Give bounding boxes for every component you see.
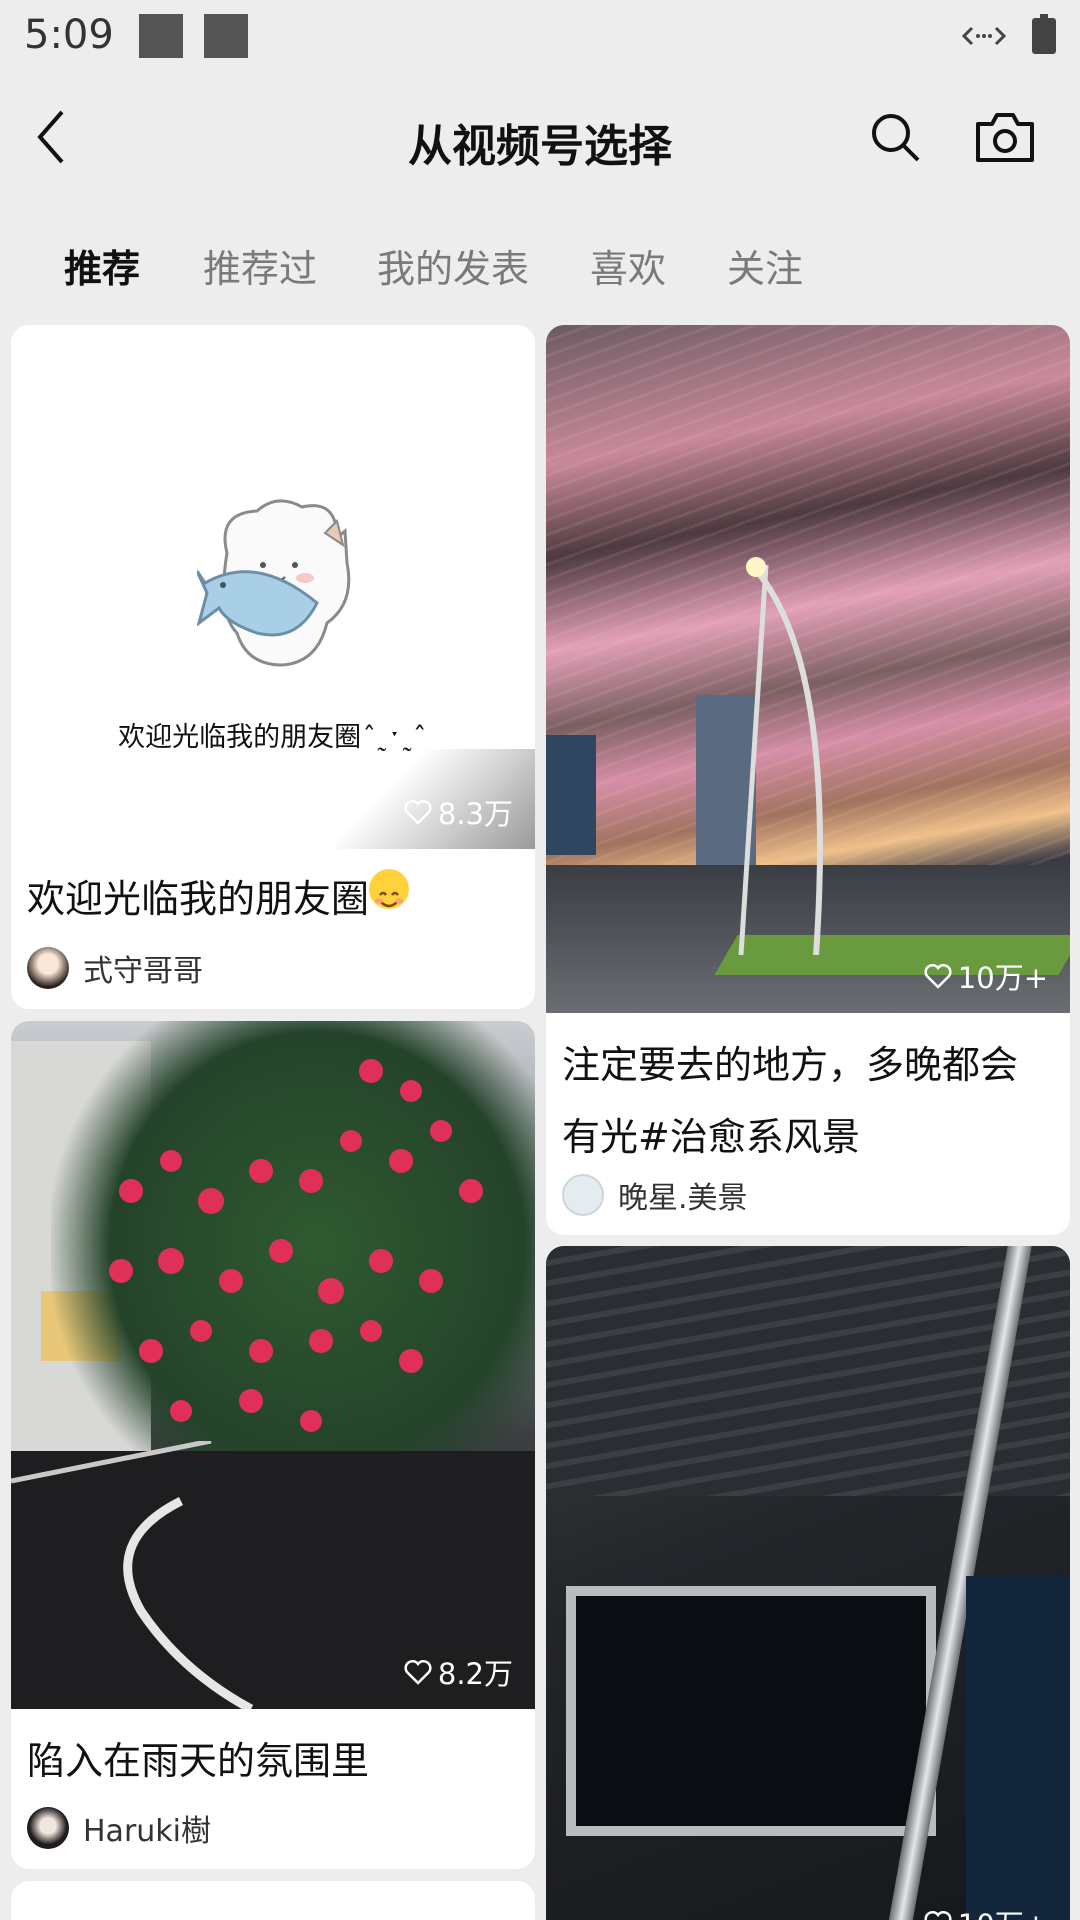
train-window-image — [566, 1586, 936, 1836]
status-bar: 5:09 — [0, 0, 1080, 76]
author[interactable]: 晚星.美景 — [562, 1173, 748, 1217]
status-time: 5:09 — [24, 12, 114, 58]
author-name: 式守哥哥 — [83, 954, 203, 989]
roses-image — [109, 1059, 483, 1432]
notification-icon — [139, 14, 183, 58]
tab-recommended[interactable]: 推荐过 — [203, 238, 317, 293]
video-thumbnail: 10万+ — [546, 325, 1070, 1013]
camera-icon[interactable] — [974, 110, 1036, 164]
card-title: 陷入在雨天的氛围里 — [27, 1739, 370, 1783]
data-transfer-icon — [962, 26, 1006, 46]
avatar — [27, 947, 69, 989]
like-count: 8.3万 — [404, 791, 513, 833]
like-count-text: 8.2万 — [437, 1657, 513, 1691]
video-card[interactable] — [11, 1881, 535, 1920]
author[interactable]: 式守哥哥 — [27, 946, 203, 990]
heart-icon — [404, 799, 432, 825]
notification-icon — [204, 14, 248, 58]
seat-image — [966, 1576, 1070, 1920]
video-thumbnail: 10万+ — [546, 1246, 1070, 1920]
video-card[interactable]: 10万+ 注定要去的地方，多晚都会有光#治愈系风景 晚星.美景 — [546, 325, 1070, 1235]
video-card[interactable]: 8.2万 陷入在雨天的氛围里 Haruki樹 — [11, 1021, 535, 1869]
heart-icon — [924, 1910, 952, 1920]
video-card[interactable]: 欢迎光临我的朋友圈ˆ˷ˑ˷ˆ 8.3万 欢迎光临我的朋友圈 式守哥哥 — [11, 325, 535, 1009]
heart-icon — [404, 1659, 432, 1685]
search-icon[interactable] — [868, 110, 922, 164]
author-name: Haruki樹 — [83, 1814, 211, 1849]
author-name: 晚星.美景 — [618, 1181, 748, 1216]
tab-bar: 推荐 推荐过 我的发表 喜欢 关注 — [0, 228, 1080, 298]
building-image — [546, 735, 596, 855]
screen: 5:09 从视频号选择 推荐 推荐过 我的发表 喜欢 关注 欢迎光临我的朋友圈ˆ… — [0, 0, 1080, 1920]
cat-sticker-image — [197, 499, 351, 667]
video-thumbnail: 欢迎光临我的朋友圈ˆ˷ˑ˷ˆ 8.3万 — [11, 325, 535, 849]
like-count-text: 10万+ — [957, 961, 1048, 995]
tab-likes[interactable]: 喜欢 — [590, 238, 666, 293]
like-count: 10万+ — [924, 1902, 1048, 1920]
smile-emoji-icon — [369, 869, 410, 909]
street-lamp-image — [738, 557, 823, 955]
tab-recommend[interactable]: 推荐 — [64, 238, 140, 293]
avatar — [562, 1174, 604, 1216]
card-title: 欢迎光临我的朋友圈 — [27, 863, 519, 935]
author[interactable]: Haruki樹 — [27, 1806, 211, 1850]
avatar — [27, 1807, 69, 1849]
tab-my-posts[interactable]: 我的发表 — [377, 238, 529, 293]
heart-icon — [924, 963, 952, 989]
like-count-text: 8.3万 — [437, 797, 513, 831]
card-title: 注定要去的地方，多晚都会有光#治愈系风景 — [562, 1043, 1019, 1159]
like-count: 8.2万 — [404, 1651, 513, 1693]
like-count-text: 10万+ — [958, 1902, 1048, 1920]
tab-following[interactable]: 关注 — [727, 238, 803, 293]
like-count: 10万+ — [924, 955, 1048, 997]
video-card[interactable]: 10万+ — [546, 1246, 1070, 1920]
nav-bar: 从视频号选择 — [0, 76, 1080, 200]
battery-icon — [1032, 14, 1056, 54]
video-thumbnail: 8.2万 — [11, 1021, 535, 1709]
card-title-text: 欢迎光临我的朋友圈 — [27, 877, 370, 921]
